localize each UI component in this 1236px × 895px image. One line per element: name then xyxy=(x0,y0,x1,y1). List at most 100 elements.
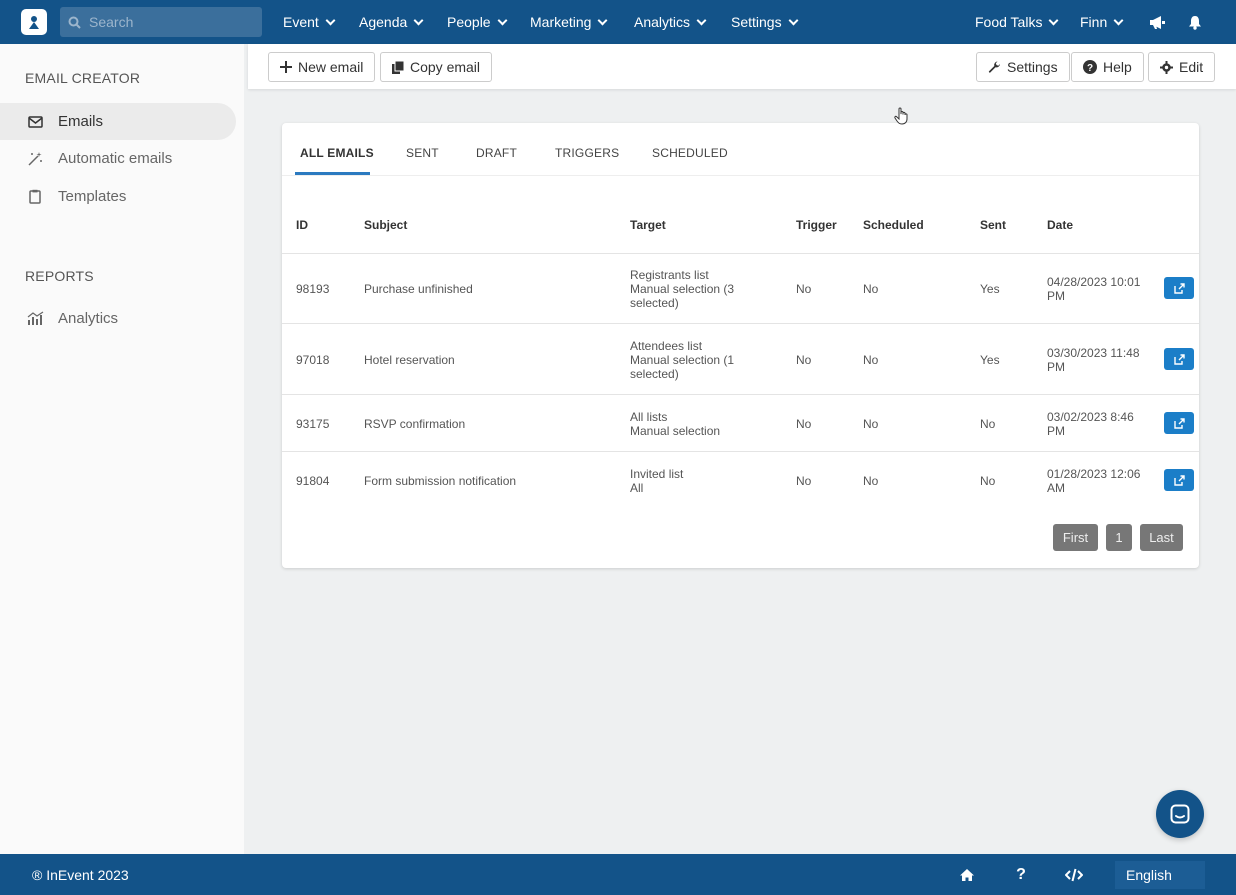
cell-date-period: AM xyxy=(1047,481,1065,495)
settings-button[interactable]: Settings xyxy=(976,52,1070,82)
cell-scheduled: No xyxy=(863,282,879,296)
pager-first-button[interactable]: First xyxy=(1053,524,1098,551)
cell-target-list: All lists xyxy=(630,410,668,424)
svg-text:?: ? xyxy=(1087,63,1093,74)
cell-scheduled: No xyxy=(863,474,879,488)
edit-button[interactable]: Edit xyxy=(1148,52,1216,82)
cell-trigger: No xyxy=(796,282,812,296)
help-glyph: ? xyxy=(1016,866,1026,883)
cell-sent: No xyxy=(980,474,996,488)
user-menu[interactable]: Finn xyxy=(1080,0,1124,44)
sidebar-item-label: Templates xyxy=(58,188,127,205)
chevron-down-icon xyxy=(1049,15,1059,25)
home-icon[interactable] xyxy=(958,866,976,884)
pager-last-button[interactable]: Last xyxy=(1140,524,1183,551)
cell-trigger: No xyxy=(796,353,812,367)
cell-date: 03/02/2023 8:46 xyxy=(1047,410,1134,424)
sidebar-item-label: Automatic emails xyxy=(58,150,173,167)
divider xyxy=(282,253,1199,254)
nav-people-label: People xyxy=(447,14,491,30)
tab-scheduled[interactable]: SCHEDULED xyxy=(652,146,728,160)
column-header-date[interactable]: Date xyxy=(1047,218,1073,232)
cell-scheduled: No xyxy=(863,417,879,431)
divider xyxy=(282,394,1199,395)
cell-target-selection: Manual selection (1 xyxy=(630,353,735,367)
sidebar-item-automatic-emails[interactable]: Automatic emails xyxy=(0,140,236,177)
open-email-button[interactable] xyxy=(1164,348,1194,370)
sidebar-heading-reports: REPORTS xyxy=(25,268,94,284)
open-email-button[interactable] xyxy=(1164,277,1194,299)
chevron-down-icon xyxy=(788,15,799,25)
tab-all-emails[interactable]: ALL EMAILS xyxy=(300,146,374,160)
bell-icon[interactable] xyxy=(1188,0,1202,44)
cell-target-selection: Manual selection (3 xyxy=(630,282,735,296)
edit-label: Edit xyxy=(1179,59,1204,75)
column-header-scheduled[interactable]: Scheduled xyxy=(863,218,924,232)
sidebar-item-analytics[interactable]: Analytics xyxy=(0,300,236,337)
cell-date: 01/28/2023 12:06 xyxy=(1047,467,1141,481)
chevron-down-icon xyxy=(413,15,424,25)
column-header-sent[interactable]: Sent xyxy=(980,218,1006,232)
cell-sent: No xyxy=(980,417,996,431)
cell-target-list: Attendees list xyxy=(630,339,703,353)
app-logo[interactable] xyxy=(21,9,47,35)
cell-subject: RSVP confirmation xyxy=(364,417,466,431)
sidebar: EMAIL CREATOR Emails Automatic emails Te… xyxy=(0,44,244,854)
cell-target-selection: Manual selection xyxy=(630,424,721,438)
cell-target-selection: All xyxy=(630,481,644,495)
footer: ® InEvent 2023 ? English xyxy=(0,854,1236,895)
search-box[interactable] xyxy=(60,7,262,37)
column-header-id[interactable]: ID xyxy=(296,218,308,232)
nav-event[interactable]: Event xyxy=(283,0,336,44)
cell-sent: Yes xyxy=(980,282,1000,296)
tab-sent[interactable]: SENT xyxy=(406,146,439,160)
column-header-target[interactable]: Target xyxy=(630,218,666,232)
sidebar-item-templates[interactable]: Templates xyxy=(0,178,236,215)
email-tabs: ALL EMAILS SENT DRAFT TRIGGERS SCHEDULED xyxy=(282,123,1199,176)
sidebar-item-label: Emails xyxy=(58,113,104,130)
open-email-button[interactable] xyxy=(1164,469,1194,491)
cell-id: 93175 xyxy=(296,417,330,431)
cell-subject: Form submission notification xyxy=(364,474,517,488)
nav-people[interactable]: People xyxy=(447,0,508,44)
open-email-button[interactable] xyxy=(1164,412,1194,434)
code-icon[interactable] xyxy=(1065,866,1083,884)
new-email-label: New email xyxy=(298,59,364,75)
cell-sent: Yes xyxy=(980,353,1000,367)
megaphone-icon[interactable] xyxy=(1149,0,1166,44)
chevron-down-icon xyxy=(1113,15,1124,25)
event-selector[interactable]: Food Talks xyxy=(975,0,1059,44)
new-email-button[interactable]: New email xyxy=(268,52,376,82)
external-link-icon xyxy=(1173,474,1185,486)
nav-agenda[interactable]: Agenda xyxy=(359,0,424,44)
cell-target-selection-cont: selected) xyxy=(630,367,679,381)
copy-email-button[interactable]: Copy email xyxy=(380,52,493,82)
cell-target-list: Registrants list xyxy=(630,268,709,282)
pager-page-button[interactable]: 1 xyxy=(1106,524,1132,551)
language-select[interactable]: English xyxy=(1115,861,1205,889)
analytics-icon xyxy=(26,310,44,328)
column-header-subject[interactable]: Subject xyxy=(364,218,407,232)
tab-triggers[interactable]: TRIGGERS xyxy=(555,146,619,160)
column-header-trigger[interactable]: Trigger xyxy=(796,218,837,232)
tab-draft[interactable]: DRAFT xyxy=(476,146,517,160)
language-value: English xyxy=(1126,867,1172,883)
top-navbar: Event Agenda People Marketing Analytics … xyxy=(0,0,1236,44)
question-circle-icon: ? xyxy=(1083,60,1097,74)
clipboard-icon xyxy=(26,188,44,206)
chat-widget-button[interactable] xyxy=(1156,790,1204,838)
user-name: Finn xyxy=(1080,14,1108,30)
cell-subject: Purchase unfinished xyxy=(364,282,473,296)
sidebar-item-emails[interactable]: Emails xyxy=(0,103,236,140)
search-input[interactable] xyxy=(89,14,249,30)
help-icon[interactable]: ? xyxy=(1012,866,1030,884)
cell-date-period: PM xyxy=(1047,424,1065,438)
nav-settings[interactable]: Settings xyxy=(731,0,799,44)
help-button[interactable]: ? Help xyxy=(1071,52,1144,82)
copy-email-label: Copy email xyxy=(410,59,481,75)
nav-analytics[interactable]: Analytics xyxy=(634,0,707,44)
event-name: Food Talks xyxy=(975,14,1043,30)
nav-event-label: Event xyxy=(283,14,319,30)
toolbar: New email Copy email Settings ? Help Edi… xyxy=(248,44,1236,89)
nav-marketing[interactable]: Marketing xyxy=(530,0,608,44)
